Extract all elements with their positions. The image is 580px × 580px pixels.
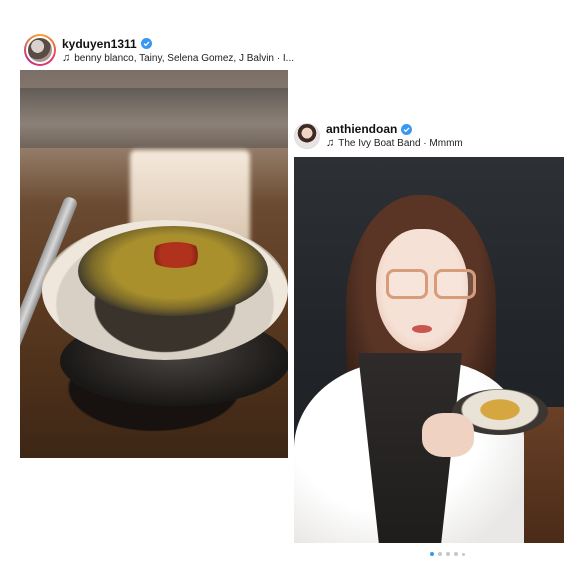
post-photo-abalone[interactable] — [20, 70, 288, 458]
carousel-indicator — [430, 552, 465, 556]
carousel-dot[interactable] — [454, 552, 458, 556]
carousel-dot[interactable] — [438, 552, 442, 556]
music-label: The Ivy Boat Band · Mmmm — [338, 138, 463, 149]
carousel-dot-active[interactable] — [430, 552, 434, 556]
avatar[interactable] — [24, 34, 56, 66]
post-photo-portrait[interactable] — [294, 157, 564, 543]
username[interactable]: kyduyen1311 — [62, 37, 137, 51]
username[interactable]: anthiendoan — [326, 122, 397, 136]
post-header-anthiendoan: anthiendoan ♫ The Ivy Boat Band · Mmmm — [294, 122, 463, 149]
post-header-kyduyen1311: kyduyen1311 ♫ benny blanco, Tainy, Selen… — [24, 34, 294, 66]
music-label: benny blanco, Tainy, Selena Gomez, J Bal… — [74, 52, 294, 64]
music-info[interactable]: ♫ The Ivy Boat Band · Mmmm — [326, 137, 463, 150]
music-note-icon: ♫ — [326, 137, 335, 149]
carousel-dot[interactable] — [462, 552, 465, 556]
music-note-icon: ♫ — [62, 51, 71, 64]
verified-badge-icon — [140, 38, 152, 49]
music-info[interactable]: ♫ benny blanco, Tainy, Selena Gomez, J B… — [62, 51, 294, 64]
avatar[interactable] — [294, 122, 320, 149]
verified-badge-icon — [401, 123, 413, 135]
glasses — [386, 269, 476, 299]
carousel-dot[interactable] — [446, 552, 450, 556]
